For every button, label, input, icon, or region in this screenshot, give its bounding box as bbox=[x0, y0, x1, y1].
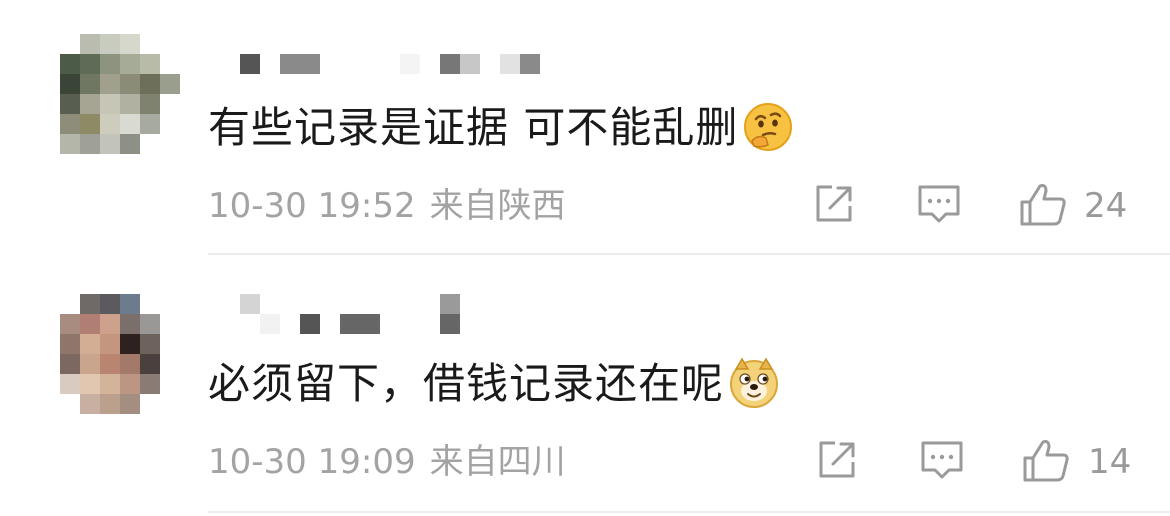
share-button[interactable] bbox=[812, 182, 856, 228]
reply-button[interactable] bbox=[916, 182, 962, 228]
divider bbox=[208, 253, 1170, 255]
avatar[interactable] bbox=[60, 294, 180, 414]
comment-text-content: 有些记录是证据 可不能乱删 bbox=[208, 103, 739, 152]
comment-location: 来自四川 bbox=[429, 442, 566, 482]
avatar[interactable] bbox=[60, 34, 180, 154]
reply-button[interactable] bbox=[919, 438, 965, 484]
share-icon bbox=[816, 185, 852, 222]
comment-text: 有些记录是证据 可不能乱删 bbox=[208, 100, 794, 157]
share-icon bbox=[819, 441, 855, 478]
like-button[interactable] bbox=[1018, 182, 1068, 228]
doge-emoji bbox=[730, 357, 779, 408]
comment-time: 10-30 19:09 bbox=[208, 442, 416, 482]
like-count: 24 bbox=[1084, 186, 1128, 226]
comment-text: 必须留下，借钱记录还在呢 bbox=[208, 356, 780, 413]
comment-meta: 10-30 19:52 来自陕西 bbox=[208, 184, 566, 228]
thinking-face-emoji bbox=[744, 102, 793, 151]
comment-meta: 10-30 19:09 来自四川 bbox=[208, 440, 566, 484]
comment-item: 必须留下，借钱记录还在呢 10-30 19:09 来自四川 14 bbox=[0, 258, 1170, 516]
comment-location: 来自陕西 bbox=[429, 186, 566, 226]
comment-text-content: 必须留下，借钱记录还在呢 bbox=[208, 359, 725, 408]
comment-icon bbox=[921, 441, 963, 479]
comment-icon bbox=[918, 185, 960, 223]
share-button[interactable] bbox=[815, 438, 859, 484]
like-button[interactable] bbox=[1021, 438, 1071, 484]
divider bbox=[208, 511, 1170, 513]
comment-time: 10-30 19:52 bbox=[208, 186, 416, 226]
thumbs-up-icon bbox=[1023, 440, 1069, 482]
like-count: 14 bbox=[1088, 442, 1132, 482]
comment-item: 有些记录是证据 可不能乱删 10-30 19:52 来自陕西 24 bbox=[0, 0, 1170, 258]
thumbs-up-icon bbox=[1020, 184, 1066, 226]
